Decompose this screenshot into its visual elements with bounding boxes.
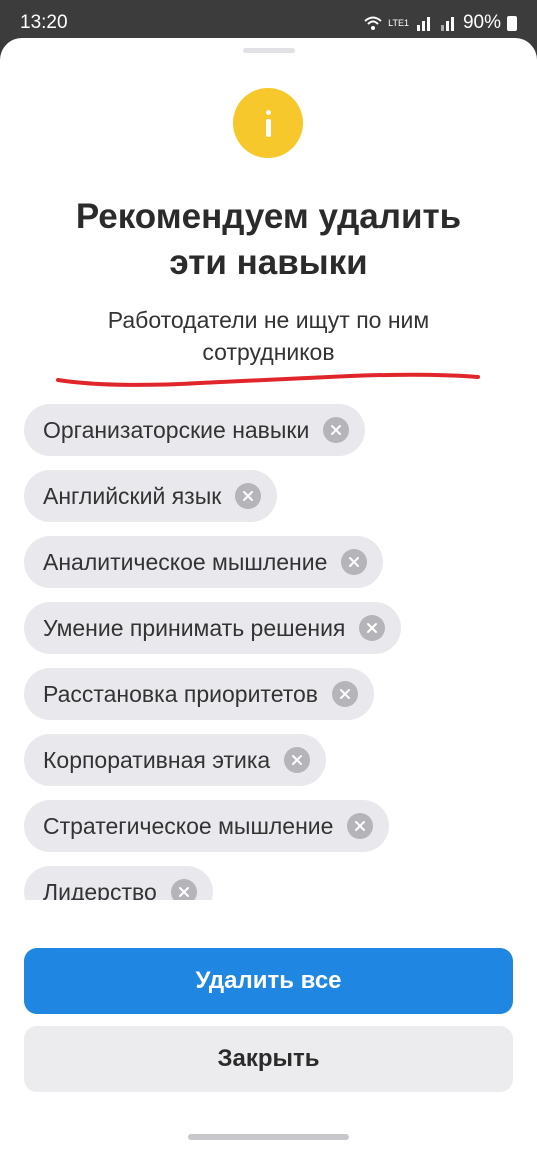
battery-icon xyxy=(507,15,517,31)
status-time: 13:20 xyxy=(20,12,68,33)
skill-chip[interactable]: Умение принимать решения xyxy=(24,602,402,654)
skills-list: Организаторские навыки Английский язык А… xyxy=(24,404,504,900)
skill-chip[interactable]: Английский язык xyxy=(24,470,278,522)
dialog-subtitle: Работодатели не ищут по ним сотрудников xyxy=(70,304,467,368)
skill-chip[interactable]: Аналитическое мышление xyxy=(24,536,384,588)
subtitle-line-1: Работодатели не ищут по ним xyxy=(107,307,430,333)
close-button[interactable]: Закрыть xyxy=(24,1026,513,1092)
remove-skill-icon[interactable] xyxy=(347,813,374,839)
home-indicator[interactable] xyxy=(188,1134,349,1140)
skill-label: Лидерство xyxy=(43,878,157,901)
skill-label: Стратегическое мышление xyxy=(43,812,334,839)
info-icon xyxy=(233,88,303,158)
dialog-title: Рекомендуем удалить эти навыки xyxy=(30,194,507,286)
title-line-2: эти навыки xyxy=(169,243,368,282)
skill-label: Организаторские навыки xyxy=(43,416,310,443)
skill-label: Расстановка приоритетов xyxy=(43,680,319,707)
remove-skill-icon[interactable] xyxy=(341,549,368,575)
skill-chip[interactable]: Расстановка приоритетов xyxy=(24,668,375,720)
signal-icon xyxy=(416,17,430,31)
skill-chip[interactable]: Стратегическое мышление xyxy=(24,800,390,852)
skill-chip[interactable]: Лидерство xyxy=(24,866,213,900)
remove-skill-icon[interactable] xyxy=(170,879,197,900)
delete-all-button[interactable]: Удалить все xyxy=(24,948,513,1014)
skill-chip[interactable]: Организаторские навыки xyxy=(24,404,366,456)
skill-label: Умение принимать решения xyxy=(43,614,346,641)
battery-percent: 90% xyxy=(462,12,501,33)
skill-label: Корпоративная этика xyxy=(43,746,271,773)
remove-skill-icon[interactable] xyxy=(332,681,359,707)
remove-skill-icon[interactable] xyxy=(284,747,311,773)
remove-skill-icon[interactable] xyxy=(235,483,262,509)
lte-label: LTE1 xyxy=(388,18,409,28)
signal-icon-2 xyxy=(440,17,454,31)
subtitle-line-2: сотрудников xyxy=(202,339,335,365)
wifi-icon xyxy=(364,16,382,30)
skill-chip[interactable]: Корпоративная этика xyxy=(24,734,327,786)
red-underline-annotation xyxy=(56,372,480,387)
drag-handle[interactable] xyxy=(243,48,295,53)
status-indicators: LTE1 90% xyxy=(364,12,517,34)
skill-label: Английский язык xyxy=(43,482,222,509)
title-line-1: Рекомендуем удалить xyxy=(75,197,462,236)
remove-skill-icon[interactable] xyxy=(323,417,350,443)
status-bar: 13:20 LTE1 90% xyxy=(0,0,537,40)
skill-label: Аналитическое мышление xyxy=(43,548,328,575)
remove-skill-icon[interactable] xyxy=(359,615,386,641)
bottom-sheet: Рекомендуем удалить эти навыки Работодат… xyxy=(0,38,537,1150)
